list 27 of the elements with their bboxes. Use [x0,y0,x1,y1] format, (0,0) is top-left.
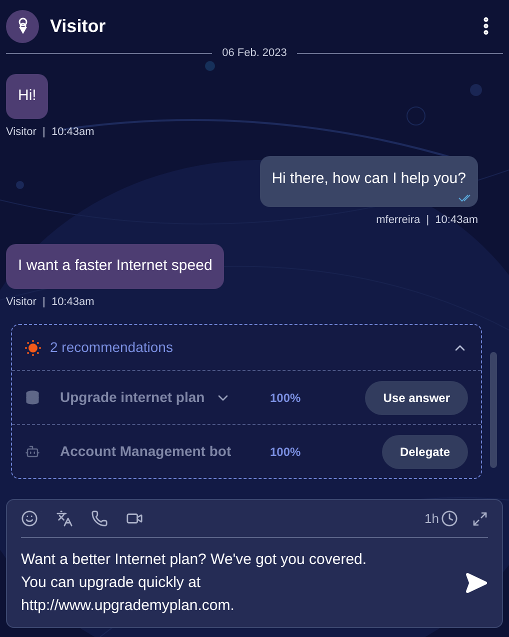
scrollbar-icon [490,352,497,468]
recommendations-title: 2 recommendations [50,338,173,357]
database-icon [25,390,40,405]
clock-icon[interactable] [441,510,458,527]
recommendation-title: Upgrade internet plan [60,388,205,407]
phone-icon[interactable] [91,510,108,527]
recommendation-action-button[interactable]: Use answer [365,380,468,414]
chat-title: Visitor [50,14,106,38]
message-field[interactable]: Want a better Internet plan? We've got you covered. You can upgrade quickly at http://www.upgrademyplan.com. [21,548,464,617]
sun-icon [25,340,41,356]
message-bubble: I want a faster Internet speed [6,244,224,288]
emoji-icon[interactable] [21,510,38,527]
bot-icon [25,444,40,459]
translate-icon[interactable] [56,510,73,527]
message-meta: mferreira | 10:43am [376,212,478,228]
confidence-score: 100% [270,390,301,406]
recommendation-action-button[interactable]: Delegate [382,434,468,468]
message-bubble: Hi! [6,74,48,118]
message-meta: Visitor | 10:43am [6,294,94,310]
confidence-score: 100% [270,444,301,460]
message-meta: Visitor | 10:43am [6,124,94,140]
send-icon[interactable] [464,570,488,594]
expand-icon[interactable] [472,510,488,526]
date-separator: 06 Feb. 2023 [221,47,288,59]
recommendation-title: Account Management bot [60,442,232,461]
timer-label: 1h [424,510,439,528]
message-bubble: Hi there, how can I help you? [260,156,478,206]
